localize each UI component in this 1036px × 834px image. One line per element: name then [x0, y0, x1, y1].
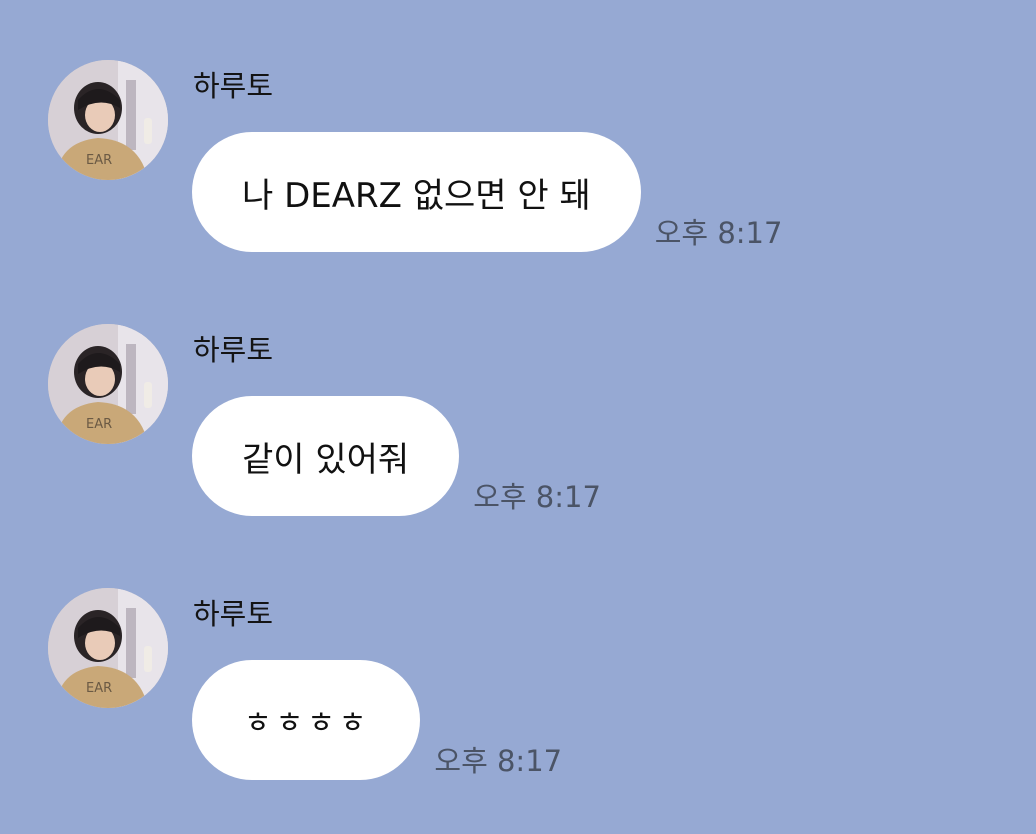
message-timestamp: 오후 8:17 — [654, 216, 783, 250]
sender-name: 하루토 — [193, 69, 274, 103]
message-row: ㅎㅎㅎㅎ 오후 8:17 — [192, 660, 562, 780]
profile-photo-icon: EAR — [48, 588, 168, 708]
message-bubble[interactable]: 나 DEARZ 없으면 안 돼 — [192, 132, 641, 252]
message-row: 같이 있어줘 오후 8:17 — [192, 396, 601, 516]
sender-name: 하루토 — [193, 597, 274, 631]
profile-photo-icon: EAR — [48, 324, 168, 444]
avatar[interactable]: EAR — [48, 324, 168, 444]
sender-name: 하루토 — [193, 333, 274, 367]
message-timestamp: 오후 8:17 — [434, 744, 563, 778]
message-timestamp: 오후 8:17 — [473, 480, 601, 514]
message-bubble[interactable]: 같이 있어줘 — [192, 396, 460, 516]
chat-message: EAR 하루토 나 DEARZ 없으면 안 돼 오후 8:17 — [0, 60, 1036, 260]
avatar[interactable]: EAR — [48, 60, 168, 180]
message-row: 나 DEARZ 없으면 안 돼 오후 8:17 — [192, 132, 782, 252]
chat-room: EAR 하루토 나 DEARZ 없으면 안 돼 오후 8:17 EAR 하루토 … — [0, 0, 1036, 834]
svg-text:EAR: EAR — [86, 153, 112, 168]
chat-message: EAR 하루토 ㅎㅎㅎㅎ 오후 8:17 — [0, 588, 1036, 788]
svg-text:EAR: EAR — [86, 417, 112, 432]
svg-text:EAR: EAR — [86, 681, 112, 696]
profile-photo-icon: EAR — [48, 60, 168, 180]
chat-message: EAR 하루토 같이 있어줘 오후 8:17 — [0, 324, 1036, 524]
avatar[interactable]: EAR — [48, 588, 168, 708]
message-bubble[interactable]: ㅎㅎㅎㅎ — [192, 660, 421, 780]
